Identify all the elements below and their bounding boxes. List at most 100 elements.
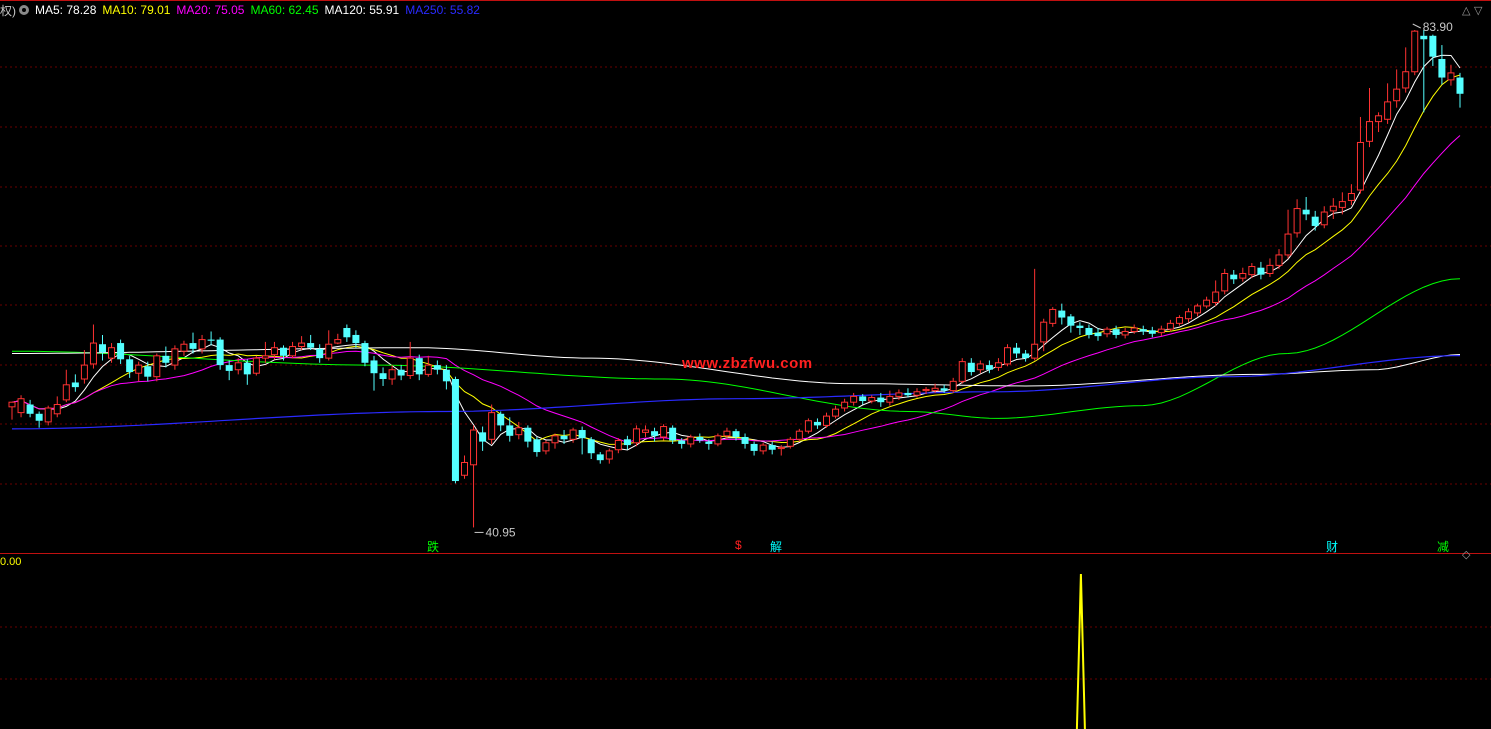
candle <box>370 355 378 391</box>
diamond-icon[interactable]: ◇ <box>1462 548 1470 561</box>
candle <box>479 426 487 451</box>
candle <box>1257 261 1265 280</box>
candle <box>795 428 803 442</box>
candle <box>1094 327 1102 341</box>
candle <box>80 350 88 384</box>
candle <box>180 340 188 356</box>
candle <box>99 334 106 361</box>
signal-jian: 减 <box>1437 540 1450 554</box>
candle <box>1447 64 1455 86</box>
candle <box>243 359 251 385</box>
candle <box>832 405 840 419</box>
moving-average-lines <box>11 54 1461 451</box>
candle <box>442 365 450 390</box>
scroll-down-icon[interactable]: ▽ <box>1474 4 1482 17</box>
candle <box>632 425 640 447</box>
candle <box>533 436 541 457</box>
candle <box>17 395 25 418</box>
candle <box>361 340 369 367</box>
candle <box>1438 45 1446 85</box>
ma5-line <box>11 54 1461 451</box>
candle <box>1058 303 1066 325</box>
candle <box>1320 206 1328 229</box>
candle <box>886 390 894 406</box>
candle <box>1157 325 1165 337</box>
candle <box>1139 325 1147 335</box>
candle <box>1375 112 1383 133</box>
candle <box>714 433 722 447</box>
candle <box>1040 318 1048 352</box>
candle <box>587 436 595 460</box>
candle <box>343 324 351 342</box>
candle <box>162 346 170 368</box>
candle <box>1356 116 1364 194</box>
candle <box>117 339 125 364</box>
candle <box>1085 324 1093 339</box>
legend-ma10: MA10: 79.01 <box>102 3 171 17</box>
candle <box>759 442 767 455</box>
candle <box>949 377 957 393</box>
candle <box>62 369 70 403</box>
candle <box>8 401 16 420</box>
signal-die: 跌 <box>427 540 440 554</box>
candle <box>261 341 269 363</box>
candle <box>216 337 224 370</box>
ma-legend: 权) MA5: 78.28 MA10: 79.01 MA20: 75.05 MA… <box>0 2 486 18</box>
candle <box>605 448 613 464</box>
candle <box>1347 184 1355 206</box>
candle <box>44 405 52 426</box>
legend-ma20: MA20: 75.05 <box>176 3 245 17</box>
ma20-line <box>11 135 1461 443</box>
price-annotations: 83.90 40.95 <box>474 20 1453 539</box>
candle <box>334 333 342 345</box>
candle <box>515 421 523 440</box>
candle <box>596 452 604 464</box>
candle <box>1239 267 1247 282</box>
scroll-up-icon[interactable]: △ <box>1462 4 1470 17</box>
candle <box>813 418 821 429</box>
candle <box>397 365 405 381</box>
candle <box>379 367 387 386</box>
candle <box>1411 30 1419 76</box>
indicator-spike <box>1075 573 1086 729</box>
candle <box>768 441 776 455</box>
candle <box>651 427 659 442</box>
candle <box>1230 270 1238 284</box>
candle <box>1212 280 1220 306</box>
candle <box>415 354 423 381</box>
legend-ma5: MA5: 78.28 <box>35 3 97 17</box>
candle <box>126 355 134 378</box>
candle <box>623 435 631 450</box>
candle <box>1004 344 1011 367</box>
signal-dollar: $ <box>735 538 742 552</box>
sub-panel-value: 0.00 <box>0 556 22 568</box>
candle <box>1103 326 1111 338</box>
candle <box>578 426 586 455</box>
signal-jie: 解 <box>770 540 783 554</box>
candle <box>841 398 849 412</box>
candlesticks <box>8 30 1464 528</box>
candle <box>207 331 215 346</box>
ma60-line <box>12 278 1461 419</box>
candle <box>433 360 441 375</box>
candle <box>497 411 505 432</box>
candle <box>1148 326 1156 338</box>
candle <box>741 433 749 449</box>
candle <box>1194 303 1202 317</box>
candle <box>451 376 459 484</box>
candle <box>307 334 315 351</box>
legend-ma60: MA60: 62.45 <box>250 3 319 17</box>
candle <box>823 412 830 428</box>
candle <box>71 374 79 392</box>
candle <box>1402 47 1410 93</box>
candle <box>280 345 287 361</box>
candle <box>252 355 260 376</box>
legend-prefix: 权) <box>0 3 16 18</box>
gear-icon[interactable] <box>19 5 29 15</box>
candle <box>994 358 1002 371</box>
candle <box>53 396 61 418</box>
candle <box>1221 268 1229 295</box>
low-price-label: 40.95 <box>486 525 516 539</box>
high-pointer <box>1412 23 1421 29</box>
candle <box>967 358 975 376</box>
